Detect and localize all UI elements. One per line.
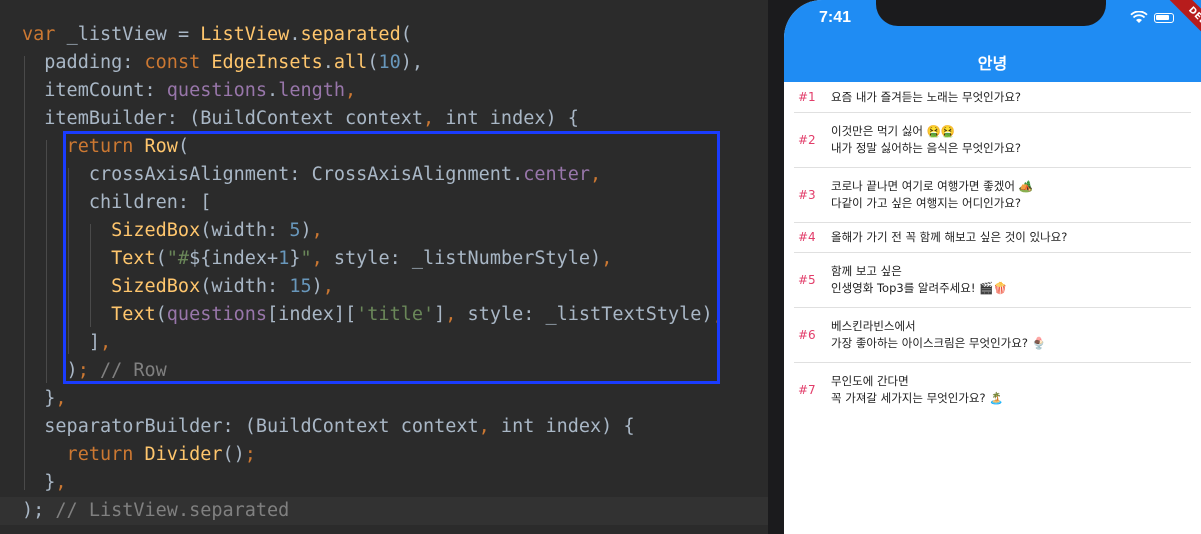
list-item-number: #1: [798, 90, 816, 104]
code-token: ,: [55, 472, 67, 493]
row-highlight-box: [63, 131, 720, 384]
code-token: .: [289, 24, 301, 45]
wifi-icon: [1130, 11, 1148, 23]
code-line[interactable]: var _listView = ListView.separated(: [22, 21, 412, 49]
list-item-text: 무인도에 간다면 꼭 가져갈 세가지는 무엇인가요? 🏝️: [831, 373, 1004, 405]
code-token: itemBuilder: (BuildContext context: [22, 108, 423, 129]
list-item-text: 요즘 내가 즐겨듣는 노래는 무엇인가요?: [831, 89, 1022, 104]
code-token: (: [367, 52, 379, 73]
notch: [876, 0, 1106, 26]
code-token: all: [333, 52, 368, 73]
code-token: ),: [400, 52, 424, 73]
list-item-number: #3: [798, 187, 816, 202]
list-item-text: 코로나 끝나면 여기로 여행가면 좋겠어 🏕️ 다같이 가고 싶은 여행지는 어…: [831, 178, 1033, 210]
code-token: questions: [166, 80, 268, 101]
list-item-number: #5: [798, 272, 816, 287]
code-token: // ListView.separated: [55, 500, 290, 521]
code-token: const: [144, 52, 212, 73]
code-token: ;: [244, 444, 256, 465]
list-item-number: #2: [798, 132, 816, 147]
code-token: (: [400, 24, 412, 45]
code-token: _listView =: [66, 24, 201, 45]
code-token: ,: [422, 108, 435, 129]
code-token: }: [22, 388, 56, 409]
code-line[interactable]: },: [22, 385, 67, 413]
code-token: .: [322, 52, 334, 73]
code-token: }: [22, 472, 56, 493]
list-item[interactable]: #2 이것만은 먹기 싫어 🤮🤮 내가 정말 싫어하는 음식은 무엇인가요?: [784, 112, 1201, 167]
code-token: .: [267, 80, 279, 101]
code-token: );: [22, 500, 56, 521]
code-token: ,: [478, 416, 490, 437]
code-token: length: [278, 80, 346, 101]
code-token: separated: [300, 24, 401, 45]
code-line[interactable]: ); // ListView.separated: [22, 497, 289, 525]
code-line[interactable]: return Divider();: [22, 441, 256, 469]
code-token: 10: [378, 52, 401, 73]
code-editor[interactable]: var _listView = ListView.separated( padd…: [0, 0, 768, 534]
code-token: EdgeInsets: [211, 52, 323, 73]
list-item-number: #6: [798, 327, 816, 342]
code-token: Divider: [144, 444, 223, 465]
list-item[interactable]: #4 올해가 가기 전 꼭 함께 해보고 싶은 것이 있나요?: [784, 222, 1201, 252]
indent-guide: [46, 140, 47, 383]
code-token: int index) {: [434, 108, 579, 129]
code-line[interactable]: },: [22, 469, 67, 497]
simulator-window: 7:41 안녕 DEBUG #1 요즘 내가 즐겨듣는 노래는 무엇인가요? #2 이…: [768, 0, 1201, 534]
list-item[interactable]: #6 베스킨라빈스에서 가장 좋아하는 아이스크림은 무엇인가요? 🍨: [784, 307, 1201, 362]
code-line[interactable]: padding: const EdgeInsets.all(10),: [22, 49, 423, 77]
indent-guide: [24, 56, 25, 490]
list-item-text: 이것만은 먹기 싫어 🤮🤮 내가 정말 싫어하는 음식은 무엇인가요?: [831, 123, 1022, 155]
code-line[interactable]: separatorBuilder: (BuildContext context,…: [22, 413, 635, 441]
code-token: ,: [55, 388, 67, 409]
list-item[interactable]: #5 함께 보고 싶은 인생영화 Top3를 알려주세요! 🎬🍿: [784, 252, 1201, 307]
list-item-text: 베스킨라빈스에서 가장 좋아하는 아이스크림은 무엇인가요? 🍨: [831, 318, 1046, 350]
code-token: (): [222, 444, 245, 465]
list-item-number: #4: [798, 230, 816, 244]
code-token: padding:: [22, 52, 145, 73]
app-title: 안녕: [977, 54, 1008, 73]
list-item[interactable]: #1 요즘 내가 즐겨듣는 노래는 무엇인가요?: [784, 82, 1201, 112]
list-item-text: 올해가 가기 전 꼭 함께 해보고 싶은 것이 있나요?: [831, 229, 1068, 244]
code-token: int index) {: [489, 416, 635, 437]
list-item-number: #7: [798, 382, 816, 397]
list-item-text: 함께 보고 싶은 인생영화 Top3를 알려주세요! 🎬🍿: [831, 263, 1008, 295]
code-token: itemCount:: [22, 80, 167, 101]
code-token: separatorBuilder: (BuildContext context: [22, 416, 479, 437]
list-item[interactable]: #3 코로나 끝나면 여기로 여행가면 좋겠어 🏕️ 다같이 가고 싶은 여행지는…: [784, 167, 1201, 222]
code-token: var: [22, 24, 67, 45]
app-bar: 7:41 안녕: [784, 0, 1201, 82]
code-line[interactable]: itemBuilder: (BuildContext context, int …: [22, 105, 579, 133]
battery-icon: [1154, 13, 1174, 23]
code-token: ListView: [200, 24, 290, 45]
code-line[interactable]: itemCount: questions.length,: [22, 77, 356, 105]
phone-screen: 7:41 안녕 DEBUG #1 요즘 내가 즐겨듣는 노래는 무엇인가요? #2 이…: [784, 0, 1201, 534]
code-token: return: [22, 444, 145, 465]
list-item[interactable]: #7 무인도에 간다면 꼭 가져갈 세가지는 무엇인가요? 🏝️: [784, 362, 1201, 417]
status-time: 7:41: [819, 9, 852, 26]
code-token: ,: [345, 80, 357, 101]
